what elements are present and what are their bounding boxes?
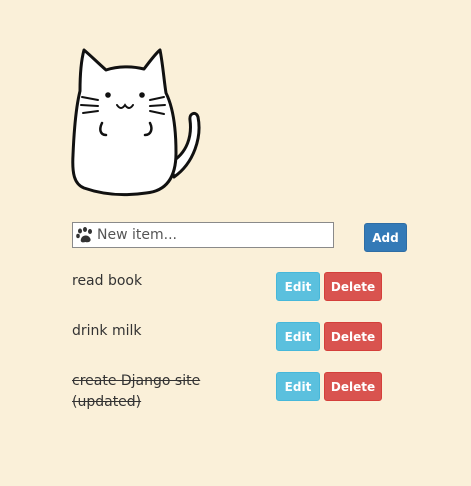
edit-button[interactable]: Edit: [276, 322, 320, 351]
edit-button[interactable]: Edit: [276, 272, 320, 301]
delete-button[interactable]: Delete: [324, 322, 382, 351]
add-button[interactable]: Add: [364, 223, 407, 252]
new-item-input[interactable]: [95, 227, 327, 243]
todo-item-text: drink milk: [72, 323, 142, 339]
cat-icon: [71, 48, 201, 197]
delete-button[interactable]: Delete: [324, 372, 382, 401]
todo-item-text: read book: [72, 273, 143, 289]
paw-icon: [76, 227, 92, 243]
new-item-field[interactable]: [72, 222, 334, 248]
delete-button[interactable]: Delete: [324, 272, 382, 301]
todo-item-text-completed: create Django site (updated): [72, 373, 201, 410]
edit-button[interactable]: Edit: [276, 372, 320, 401]
